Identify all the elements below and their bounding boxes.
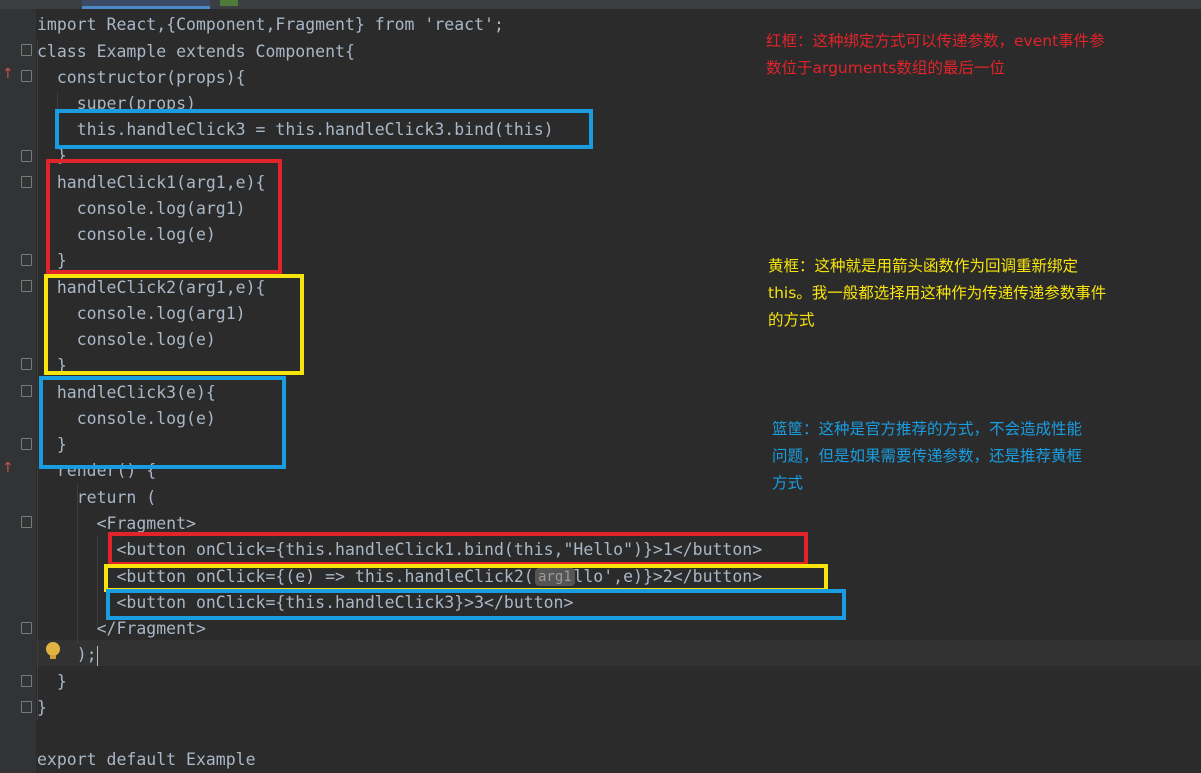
note-red-box: 红框：这种绑定方式可以传递参数，event事件参 数位于arguments数组的… [766, 32, 1105, 77]
blue-box-button3 [106, 589, 846, 620]
fold-marker[interactable] [21, 385, 32, 397]
fold-marker[interactable] [21, 254, 32, 266]
override-arrow-icon[interactable]: ↑ [2, 66, 14, 82]
code-line-2[interactable]: class Example extends Component{ [37, 39, 355, 65]
code-line-27[interactable]: } [37, 695, 47, 721]
override-arrow-icon[interactable]: ↑ [2, 460, 14, 476]
fold-marker[interactable] [21, 280, 32, 292]
fold-marker[interactable] [21, 44, 32, 56]
fold-marker[interactable] [21, 150, 32, 162]
code-line-29[interactable]: export default Example [37, 747, 256, 773]
file-type-icon [220, 0, 238, 6]
code-line-19[interactable]: return ( [37, 485, 156, 511]
code-line-25[interactable]: ); [37, 642, 98, 668]
blue-box-handleclick3 [39, 376, 286, 469]
fold-marker[interactable] [21, 438, 32, 450]
note-blue-box: 篮筐：这种是官方推荐的方式，不会造成性能 问题，但是如果需要传递参数，还是推荐黄… [772, 420, 1083, 492]
yellow-box-button2 [104, 564, 828, 592]
fold-marker[interactable] [21, 70, 32, 82]
red-box-handleclick1 [46, 159, 282, 274]
code-line-3[interactable]: constructor(props){ [37, 65, 246, 91]
fold-marker[interactable] [21, 516, 32, 528]
text-caret [96, 645, 98, 666]
blue-box-bind-in-constructor [55, 109, 593, 149]
fold-marker[interactable] [21, 675, 32, 687]
red-box-button1 [108, 532, 808, 566]
active-tab-indicator [82, 6, 210, 9]
code-line-1[interactable]: import React,{Component,Fragment} from '… [37, 12, 504, 38]
fold-marker[interactable] [21, 701, 32, 713]
fold-marker[interactable] [21, 176, 32, 188]
yellow-box-handleclick2 [44, 274, 304, 375]
current-line-highlight [36, 640, 1201, 666]
fold-marker[interactable] [21, 358, 32, 370]
code-line-26[interactable]: } [37, 669, 67, 695]
fold-marker[interactable] [21, 622, 32, 634]
note-yellow-box: 黄框：这种就是用箭头函数作为回调重新绑定 this。我一般都选择用这种作为传递传… [768, 257, 1107, 329]
